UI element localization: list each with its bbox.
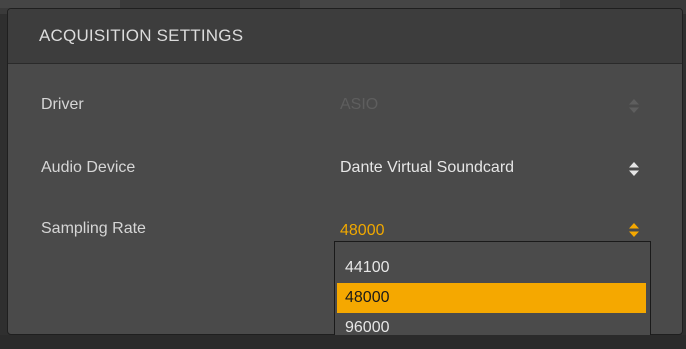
option-44100[interactable]: 44100 (337, 253, 646, 283)
audio-device-stepper-icon[interactable] (628, 161, 640, 177)
panel-title: ACQUISITION SETTINGS (39, 26, 244, 45)
audio-device-select[interactable]: Dante Virtual Soundcard (340, 159, 514, 177)
sampling-rate-dropdown: 44100 48000 96000 (334, 241, 651, 345)
driver-label: Driver (41, 96, 84, 113)
driver-select: ASIO (340, 96, 379, 113)
top-strip-segment (0, 0, 120, 8)
panel-header: ACQUISITION SETTINGS (8, 9, 682, 64)
sampling-rate-select[interactable]: 48000 (340, 222, 385, 240)
sampling-rate-label: Sampling Rate (41, 220, 146, 237)
option-48000[interactable]: 48000 (337, 283, 646, 313)
audio-device-label: Audio Device (41, 159, 136, 176)
driver-stepper-icon (629, 99, 639, 113)
bottom-edge (0, 335, 686, 349)
sampling-rate-stepper-icon[interactable] (628, 222, 640, 238)
top-strip-segment (300, 0, 560, 8)
